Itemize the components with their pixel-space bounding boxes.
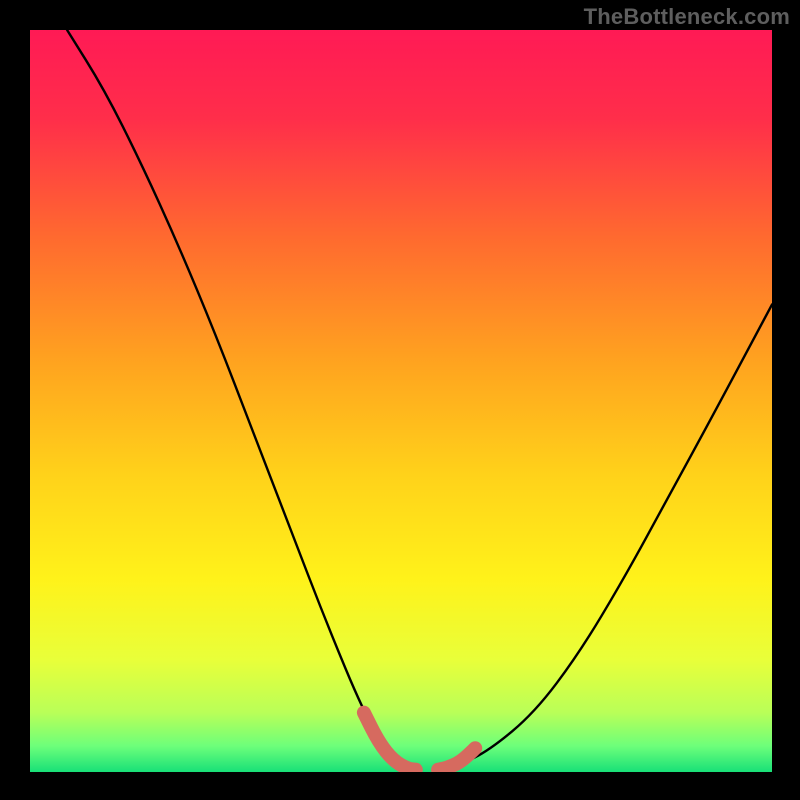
gradient-background <box>30 30 772 772</box>
watermark-text: TheBottleneck.com <box>584 4 790 30</box>
chart-frame: TheBottleneck.com <box>0 0 800 800</box>
plot-area <box>30 30 772 772</box>
bottleneck-chart <box>30 30 772 772</box>
